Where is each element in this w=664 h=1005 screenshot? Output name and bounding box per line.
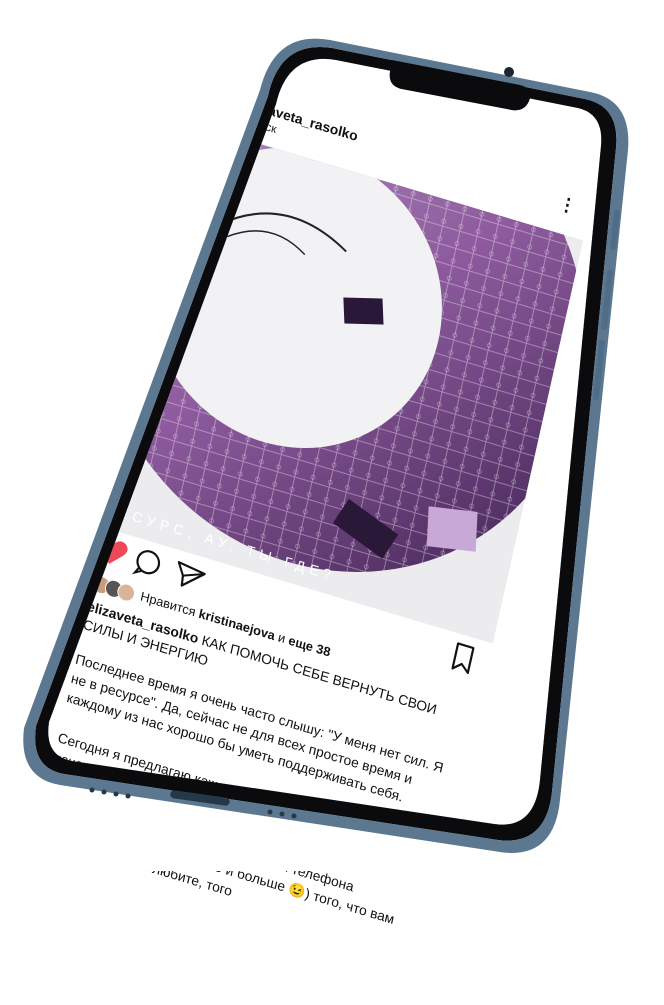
more-icon[interactable]: ⋮ [557,193,578,218]
comment-icon[interactable] [131,549,161,579]
bookmark-icon[interactable] [451,642,475,675]
avatar[interactable] [201,83,242,126]
likes-and: и [276,629,287,647]
heart-icon[interactable] [95,535,129,568]
share-icon[interactable] [174,561,206,591]
